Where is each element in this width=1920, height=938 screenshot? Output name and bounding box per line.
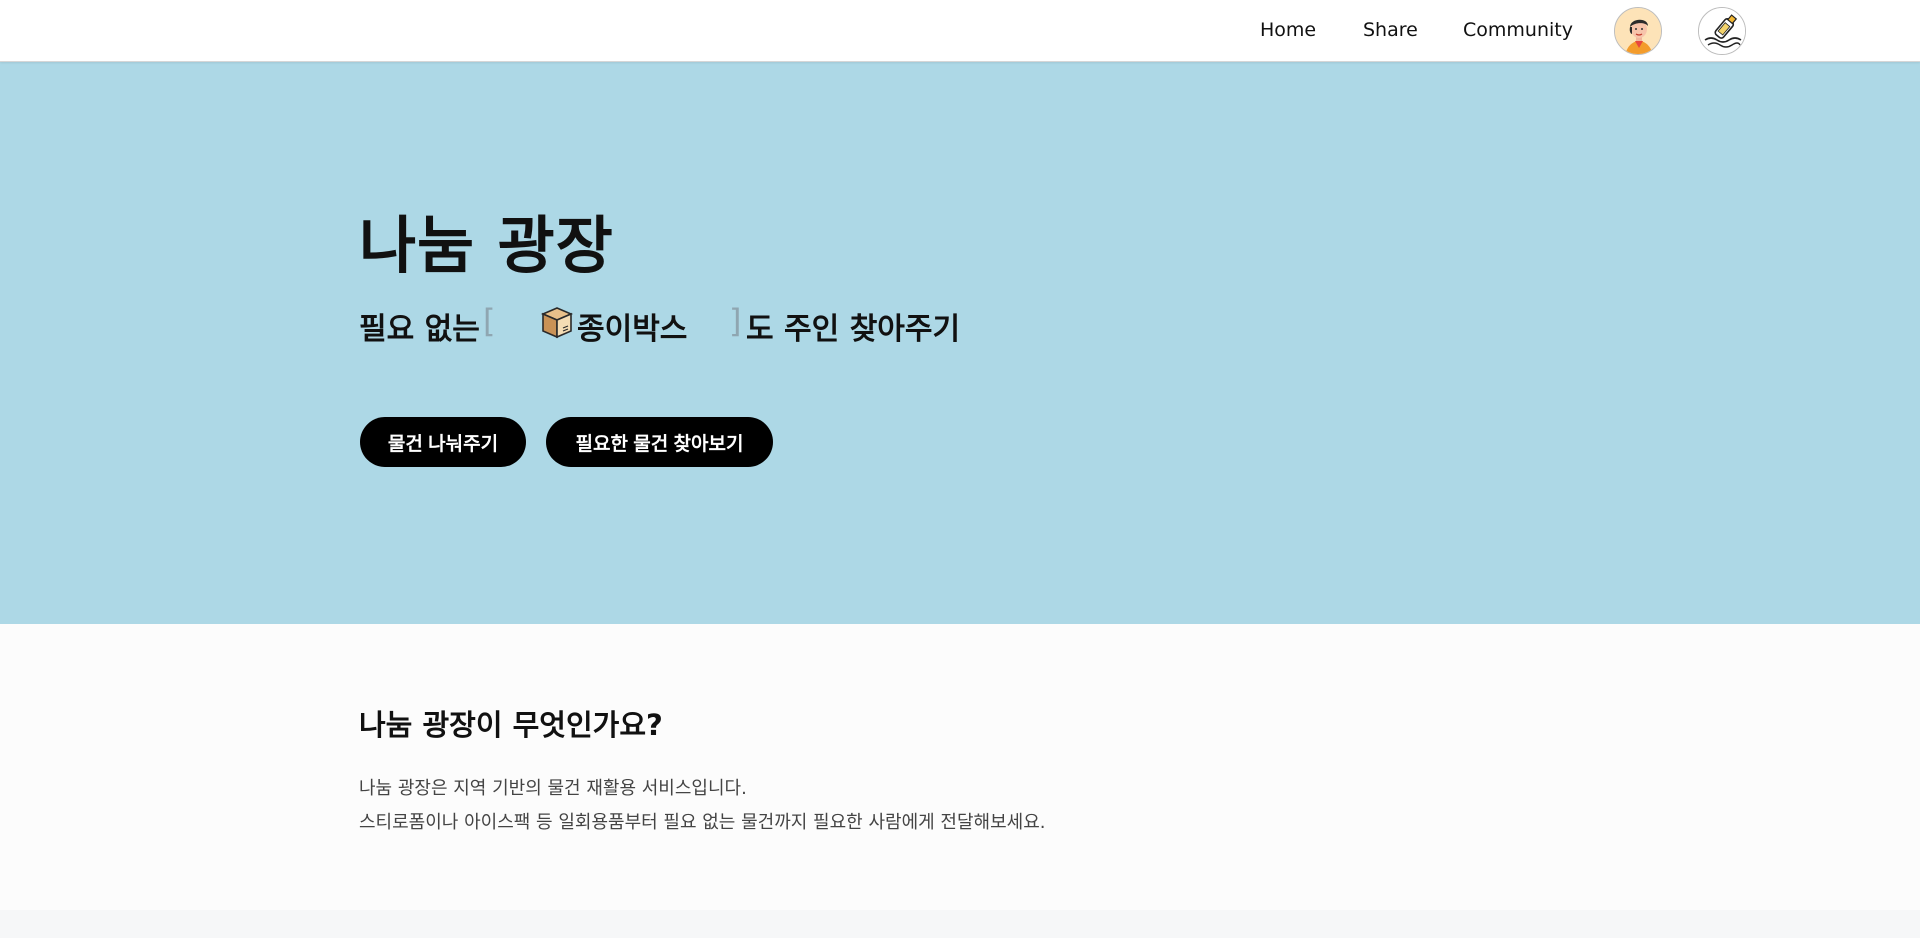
nav-link-community[interactable]: Community — [1463, 19, 1573, 41]
about-section-title: 나눔 광장이 무엇인가요? — [359, 708, 663, 742]
footer-band — [0, 910, 1920, 938]
nav-link-share[interactable]: Share — [1363, 19, 1418, 41]
share-item-button[interactable]: 물건 나눠주기 — [360, 417, 526, 467]
top-navigation-bar: Home Share Community — [0, 0, 1920, 62]
nav-link-home[interactable]: Home — [1260, 19, 1316, 41]
bottle-message-logo-icon[interactable] — [1698, 7, 1746, 55]
hero-banner: 나눔 광장 필요 없는 [ 종이박스 ] 도 주인 찾아주기 물건 나눠주기 필… — [0, 62, 1920, 624]
find-item-button[interactable]: 필요한 물건 찾아보기 — [546, 417, 773, 467]
cardboard-box-icon — [539, 304, 575, 348]
subtitle-prefix: 필요 없는 — [359, 312, 480, 347]
rotating-item-bracket-close: ] — [729, 302, 742, 340]
rotating-item-label: 종이박스 — [577, 312, 688, 347]
subtitle-suffix: 도 주인 찾아주기 — [746, 312, 961, 347]
rotating-item-bracket-open: [ — [483, 302, 496, 340]
about-description-line-2: 스티로폼이나 아이스팩 등 일회용품부터 필요 없는 물건까지 필요한 사람에게… — [359, 812, 1046, 833]
user-avatar-icon[interactable] — [1614, 7, 1662, 55]
about-description-line-1: 나눔 광장은 지역 기반의 물건 재활용 서비스입니다. — [359, 778, 747, 799]
hero-title: 나눔 광장 — [359, 209, 614, 282]
